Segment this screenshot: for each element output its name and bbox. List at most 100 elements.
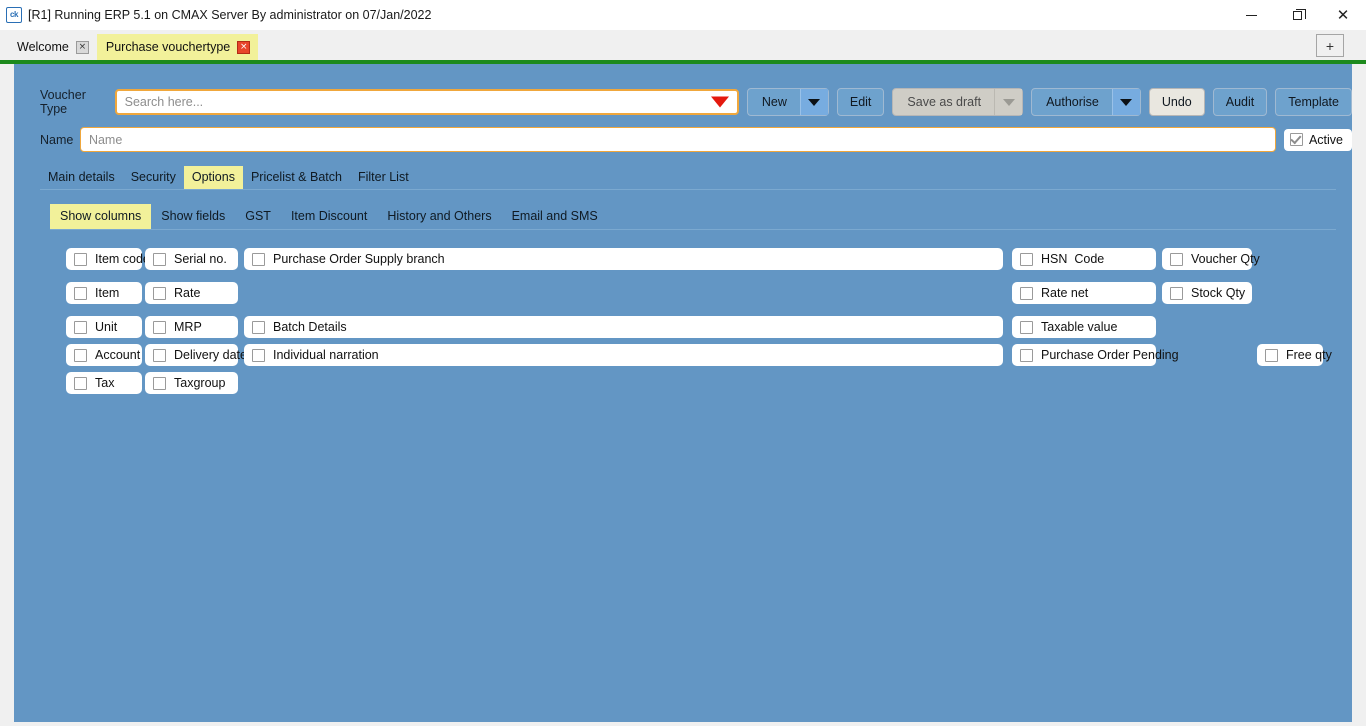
subtab-show-fields[interactable]: Show fields: [151, 204, 235, 229]
option-checkbox[interactable]: Purchase Order Pending: [1012, 344, 1179, 366]
show-columns-option-grid: Item code Serial no. Purchase Order Supply…: [14, 248, 1352, 408]
tab-close-icon[interactable]: ×: [237, 40, 251, 54]
option-checkbox-box[interactable]: [74, 286, 87, 300]
sub-tab-bar: Show columns Show fields GST Item Discou…: [50, 204, 1336, 230]
add-tab-button[interactable]: +: [1316, 34, 1344, 57]
option-checkbox[interactable]: Rate net: [1012, 282, 1156, 304]
tab-strip: Welcome × Purchase vouchertype × +: [0, 30, 1366, 60]
option-checkbox-box[interactable]: [1170, 252, 1183, 266]
subtab-email-and-sms[interactable]: Email and SMS: [502, 204, 608, 229]
option-checkbox[interactable]: Item: [66, 282, 142, 304]
option-checkbox-label: Account: [95, 348, 141, 362]
option-checkbox[interactable]: Tax: [66, 372, 142, 394]
option-checkbox-label: MRP: [174, 320, 202, 334]
authorise-dropdown-arrow-icon[interactable]: [1111, 89, 1140, 115]
action-toolbar: New Edit Save as draft Authorise Undo Au…: [746, 88, 1352, 116]
app-body: Voucher Type Search here... New Edit Sav…: [0, 64, 1366, 726]
option-checkbox-label: HSN Code: [1041, 252, 1105, 266]
tab-options[interactable]: Options: [183, 166, 243, 189]
option-checkbox[interactable]: Item code: [66, 248, 150, 270]
option-checkbox-box[interactable]: [1020, 320, 1033, 334]
option-checkbox-box[interactable]: [153, 376, 166, 390]
app-icon: ck: [6, 7, 22, 23]
window-title: [R1] Running ERP 5.1 on CMAX Server By a…: [28, 8, 432, 22]
template-button[interactable]: Template: [1275, 88, 1352, 116]
option-checkbox[interactable]: Taxgroup: [145, 372, 238, 394]
option-checkbox-label: Stock Qty: [1191, 286, 1246, 300]
search-placeholder: Search here...: [124, 95, 204, 109]
audit-button[interactable]: Audit: [1212, 88, 1268, 116]
tab-filter-list[interactable]: Filter List: [350, 166, 417, 189]
save-as-draft-button[interactable]: Save as draft: [892, 88, 1024, 116]
option-checkbox-box[interactable]: [1265, 348, 1278, 362]
option-checkbox-label: Item code: [95, 252, 150, 266]
option-checkbox[interactable]: Serial no.: [145, 248, 238, 270]
undo-button[interactable]: Undo: [1148, 88, 1205, 116]
option-checkbox[interactable]: Purchase Order Supply branch: [244, 248, 1003, 270]
option-checkbox[interactable]: Stock Qty: [1162, 282, 1252, 304]
tab-security[interactable]: Security: [123, 166, 184, 189]
new-dropdown-arrow-icon[interactable]: [799, 89, 828, 115]
option-checkbox[interactable]: Individual narration: [244, 344, 1003, 366]
tab-pricelist-batch[interactable]: Pricelist & Batch: [243, 166, 350, 189]
option-checkbox-box[interactable]: [153, 348, 166, 362]
subtab-show-columns[interactable]: Show columns: [50, 204, 152, 229]
option-checkbox-box[interactable]: [1020, 286, 1033, 300]
option-checkbox-box[interactable]: [153, 252, 166, 266]
option-checkbox[interactable]: Free qty: [1257, 344, 1332, 366]
option-checkbox[interactable]: MRP: [145, 316, 238, 338]
title-bar: ck [R1] Running ERP 5.1 on CMAX Server B…: [0, 0, 1366, 30]
option-checkbox[interactable]: Account: [66, 344, 142, 366]
name-placeholder: Name: [88, 132, 123, 147]
save-as-draft-dropdown-arrow-icon[interactable]: [994, 89, 1023, 115]
subtab-item-discount[interactable]: Item Discount: [281, 204, 377, 229]
name-input[interactable]: Name: [79, 127, 1276, 152]
tab-main-details[interactable]: Main details: [40, 166, 123, 189]
option-checkbox-box[interactable]: [252, 320, 265, 334]
option-checkbox[interactable]: Delivery date: [145, 344, 247, 366]
active-checkbox-box[interactable]: [1289, 133, 1303, 146]
option-checkbox-label: Free qty: [1286, 348, 1332, 362]
option-checkbox-box[interactable]: [153, 286, 166, 300]
minimize-icon[interactable]: [1228, 0, 1274, 30]
option-checkbox-label: Unit: [95, 320, 118, 334]
option-checkbox[interactable]: Voucher Qty: [1162, 248, 1260, 270]
edit-button[interactable]: Edit: [836, 88, 885, 116]
maximize-restore-icon[interactable]: [1274, 0, 1320, 30]
option-checkbox-box[interactable]: [252, 348, 265, 362]
tab-purchase-vouchertype[interactable]: Purchase vouchertype ×: [96, 34, 259, 60]
option-checkbox[interactable]: Taxable value: [1012, 316, 1156, 338]
option-checkbox[interactable]: Unit: [66, 316, 142, 338]
option-checkbox-label: Purchase Order Pending: [1041, 348, 1179, 362]
close-icon[interactable]: ✕: [1320, 0, 1366, 30]
voucher-type-row: Voucher Type Search here... New Edit Sav…: [14, 64, 1352, 116]
option-checkbox-label: Individual narration: [273, 348, 379, 362]
option-checkbox-box[interactable]: [74, 348, 87, 362]
option-checkbox-box[interactable]: [1020, 252, 1033, 266]
subtab-history-and-others[interactable]: History and Others: [377, 204, 501, 229]
voucher-type-label: Voucher Type: [40, 88, 86, 116]
option-checkbox-label: Taxable value: [1041, 320, 1118, 334]
option-checkbox-box[interactable]: [74, 252, 87, 266]
option-checkbox-box[interactable]: [1170, 286, 1183, 300]
tab-label: Purchase vouchertype: [105, 40, 231, 54]
new-button[interactable]: New: [746, 88, 829, 116]
option-checkbox[interactable]: Rate: [145, 282, 238, 304]
dropdown-caret-icon[interactable]: [710, 96, 729, 108]
subtab-gst[interactable]: GST: [235, 204, 281, 229]
option-checkbox[interactable]: Batch Details: [244, 316, 1003, 338]
option-checkbox-box[interactable]: [153, 320, 166, 334]
search-input[interactable]: Search here...: [114, 89, 739, 115]
option-checkbox-label: Rate: [174, 286, 201, 300]
tab-welcome[interactable]: Welcome ×: [8, 34, 97, 60]
option-checkbox-box[interactable]: [1020, 348, 1033, 362]
option-checkbox-label: Rate net: [1041, 286, 1089, 300]
authorise-button[interactable]: Authorise: [1031, 88, 1141, 116]
tab-close-icon[interactable]: ×: [75, 40, 89, 54]
option-checkbox-box[interactable]: [74, 376, 87, 390]
active-checkbox[interactable]: Active: [1283, 128, 1352, 151]
tab-label: Welcome: [17, 40, 69, 54]
option-checkbox-box[interactable]: [74, 320, 87, 334]
option-checkbox[interactable]: HSN Code: [1012, 248, 1156, 270]
option-checkbox-box[interactable]: [252, 252, 265, 266]
